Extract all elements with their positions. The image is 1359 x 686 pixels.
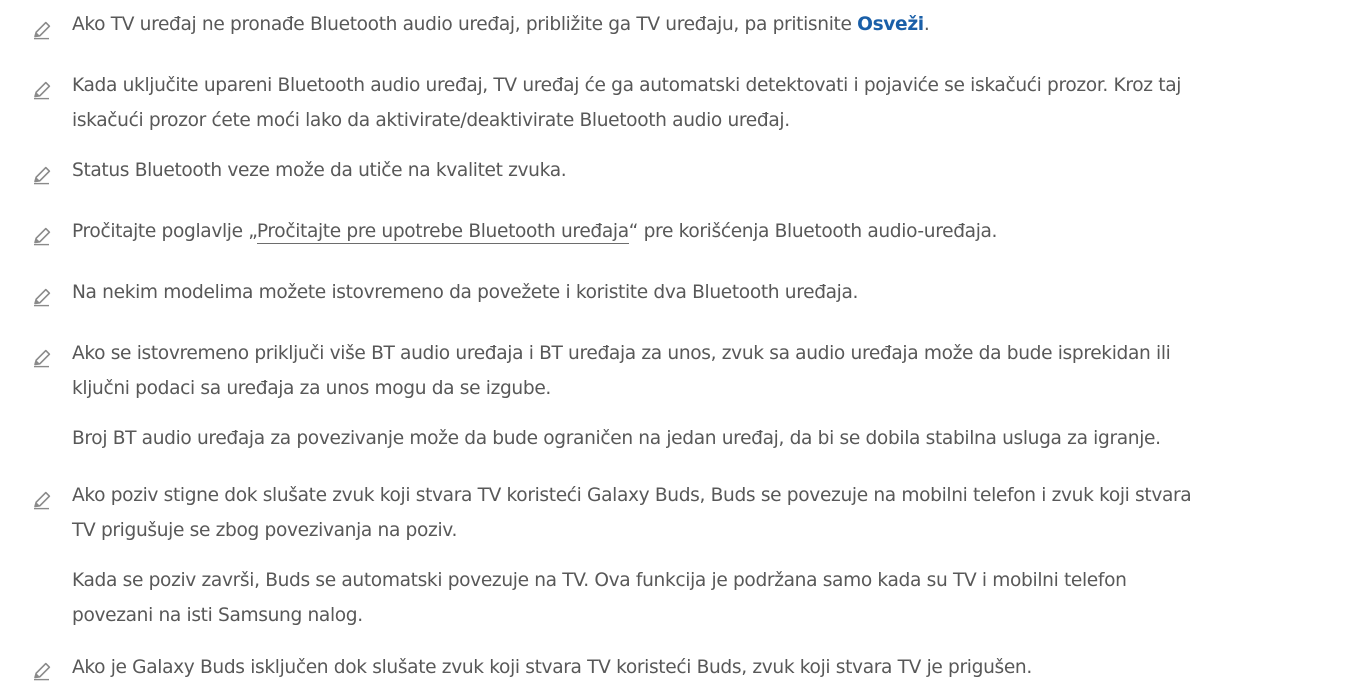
pencil-icon	[32, 226, 52, 246]
pencil-icon	[32, 348, 52, 368]
note-text-part: “ pre korišćenja Bluetooth audio-uređaja…	[628, 221, 998, 242]
pencil-icon	[32, 490, 52, 510]
note-paragraph: Kada se poziv završi, Buds se automatski…	[72, 570, 1127, 591]
pencil-icon	[32, 20, 52, 40]
pencil-icon	[32, 165, 52, 185]
note-text-part: Pročitajte poglavlje „	[72, 221, 257, 242]
note-text-part: Ako TV uređaj ne pronađe Bluetooth audio…	[72, 14, 858, 35]
note-text: Ako poziv stigne dok slušate zvuk koji s…	[72, 485, 1192, 506]
pencil-icon	[32, 661, 52, 681]
note-text: Pročitajte poglavlje „Pročitajte pre upo…	[72, 219, 997, 245]
refresh-label: Osveži	[857, 14, 924, 35]
note-text: iskačući prozor ćete moći lako da aktivi…	[72, 110, 790, 131]
note-text: TV prigušuje se zbog povezivanja na pozi…	[72, 520, 458, 541]
note-text: Na nekim modelima možete istovremeno da …	[72, 282, 859, 303]
note-paragraph: Broj BT audio uređaja za povezivanje mož…	[72, 428, 1161, 449]
pencil-icon	[32, 287, 52, 307]
cross-reference-link[interactable]: Pročitajte pre upotrebe Bluetooth uređaj…	[256, 221, 629, 244]
note-text: ključni podaci sa uređaja za unos mogu d…	[72, 378, 551, 399]
notes-page: Ako TV uređaj ne pronađe Bluetooth audio…	[0, 0, 1359, 686]
note-text: Ako je Galaxy Buds isključen dok slušate…	[72, 657, 1032, 678]
pencil-icon	[32, 80, 52, 100]
note-paragraph: povezani na isti Samsung nalog.	[72, 605, 363, 626]
note-text-part: .	[923, 14, 930, 35]
note-text: Status Bluetooth veze može da utiče na k…	[72, 160, 567, 181]
note-text: Ako se istovremeno priključi više BT aud…	[72, 343, 1171, 364]
note-text: Ako TV uređaj ne pronađe Bluetooth audio…	[72, 12, 930, 38]
note-text: Kada uključite upareni Bluetooth audio u…	[72, 75, 1182, 96]
